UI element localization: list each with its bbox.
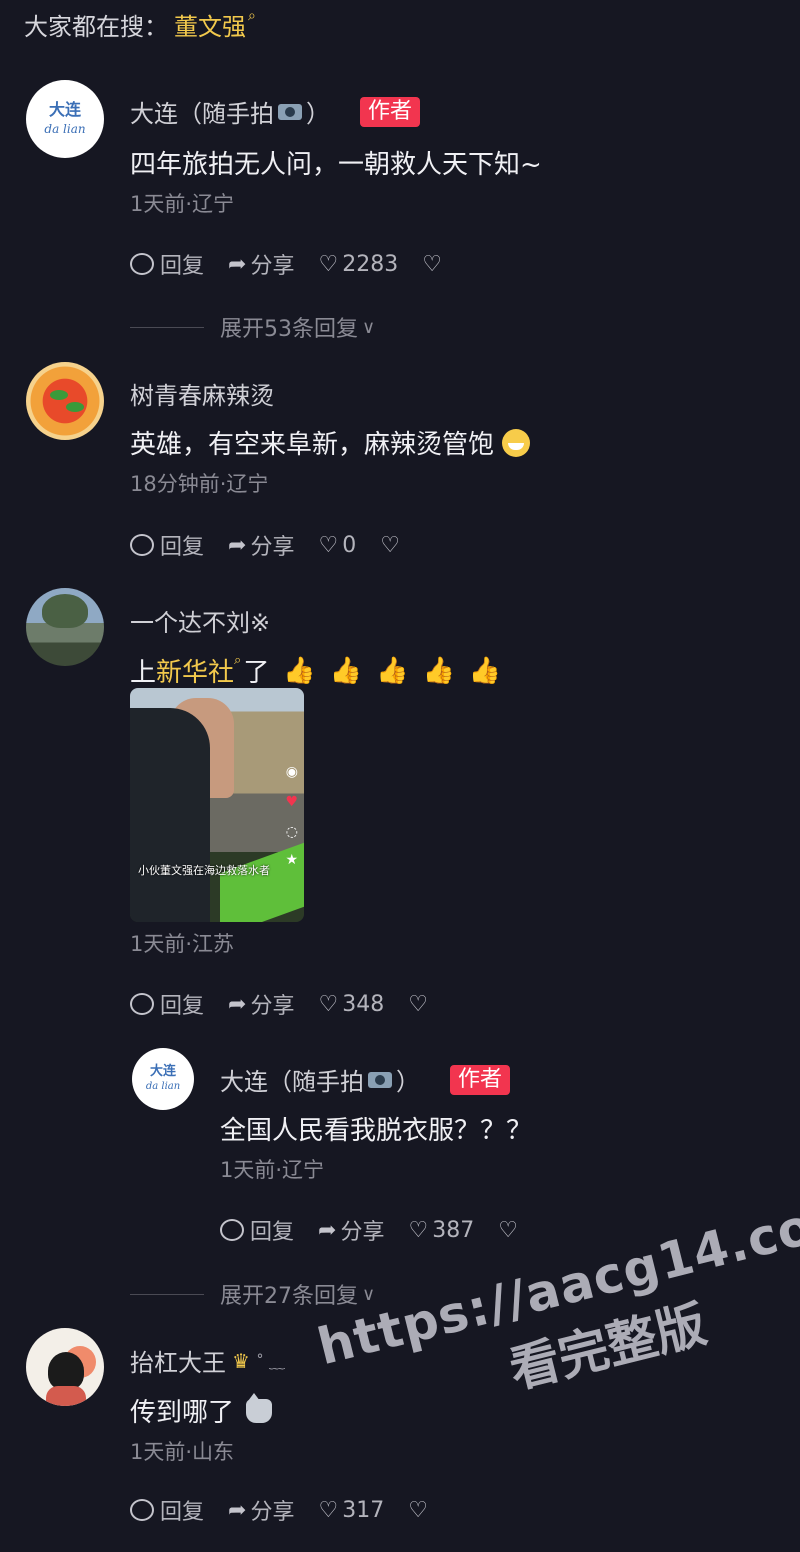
chevron-down-icon: ∨ — [362, 316, 376, 338]
avatar-icon: ◉ — [285, 764, 298, 780]
comment-text: 传到哪了 — [130, 1392, 273, 1429]
share-icon: ➦ — [318, 1217, 337, 1243]
dislike-icon[interactable]: ♡ — [498, 1218, 518, 1243]
reply-icon — [130, 1499, 154, 1521]
thumbs-up-emoji-icon: 👍 — [329, 655, 363, 686]
heart-icon: ♡ — [318, 1497, 339, 1523]
like-count: 348 — [342, 991, 385, 1017]
like-button[interactable]: ♡ 317 — [318, 1498, 384, 1523]
comment-actions: 回复 ➦ 分享 ♡ 348 ♡ — [130, 988, 428, 1020]
comment-text: 上 新华社 ⌕ 了 👍 👍 👍 👍 👍 — [130, 652, 502, 689]
star-icon: ★ — [285, 852, 298, 868]
comment-author-name[interactable]: 大连（随手拍 ） 作者 — [220, 1062, 511, 1097]
decoration-icon: ˚ ﹏ — [255, 1352, 286, 1372]
grin-emoji-icon — [502, 428, 531, 457]
dislike-icon[interactable]: ♡ — [408, 992, 428, 1017]
search-icon: ⌕ — [248, 8, 256, 24]
heart-icon: ♡ — [318, 251, 339, 277]
comment-meta: 1天前·山东 — [130, 1440, 235, 1464]
share-button[interactable]: ➦ 分享 — [318, 1214, 384, 1246]
thumbs-up-emoji-icon: 👍 — [422, 655, 455, 686]
expand-replies-button[interactable]: 展开53条回复 ∨ — [130, 311, 375, 343]
comment-actions: 回复 ➦ 分享 ♡ 317 ♡ — [130, 1494, 428, 1526]
trending-search-label: 大家都在搜： — [24, 12, 168, 41]
avatar[interactable] — [26, 362, 104, 440]
share-icon: ➦ — [228, 1497, 247, 1523]
like-button[interactable]: ♡ 2283 — [318, 252, 398, 277]
share-button[interactable]: ➦ 分享 — [228, 1494, 294, 1526]
dislike-icon[interactable]: ♡ — [380, 533, 400, 558]
comment-author-name[interactable]: 一个达不刘※ — [130, 603, 270, 638]
like-button[interactable]: ♡ 0 — [318, 533, 356, 558]
avatar[interactable] — [26, 1328, 104, 1406]
reply-button[interactable]: 回复 — [130, 529, 204, 561]
expand-replies-button[interactable]: 展开27条回复 ∨ — [130, 1278, 375, 1310]
divider — [130, 1293, 204, 1295]
reply-icon — [130, 534, 154, 556]
trending-search-keyword[interactable]: 董文强 — [174, 7, 246, 42]
camera-icon — [368, 1071, 392, 1088]
like-button[interactable]: ♡ 348 — [318, 992, 384, 1017]
thumbs-up-emoji-icon: 👍 — [376, 655, 409, 686]
reply-button[interactable]: 回复 — [220, 1214, 294, 1246]
heart-icon: ♡ — [318, 991, 339, 1017]
share-icon: ➦ — [228, 532, 247, 558]
divider — [130, 326, 204, 328]
like-count: 317 — [342, 1497, 385, 1523]
thumbs-up-emoji-icon: 👍 — [468, 655, 502, 686]
heart-icon: ♥ — [285, 794, 298, 810]
video-thumbnail[interactable]: ◉ ♥ ◌ ★ 小伙董文强在海边救落水者 — [130, 688, 304, 922]
heart-icon: ♡ — [318, 532, 339, 558]
cat-emoji-icon — [246, 1392, 273, 1423]
thumbs-up-emoji-icon: 👍 — [283, 655, 316, 686]
like-count: 2283 — [342, 251, 399, 277]
dislike-icon[interactable]: ♡ — [422, 252, 442, 277]
reply-button[interactable]: 回复 — [130, 248, 204, 280]
reply-button[interactable]: 回复 — [130, 1494, 204, 1526]
comment-meta: 1天前·辽宁 — [130, 192, 235, 216]
search-link[interactable]: 新华社 — [156, 652, 234, 689]
reply-icon — [130, 253, 154, 275]
like-button[interactable]: ♡ 387 — [408, 1218, 474, 1243]
heart-icon: ♡ — [408, 1217, 429, 1243]
like-count: 0 — [342, 532, 357, 558]
share-button[interactable]: ➦ 分享 — [228, 248, 294, 280]
reply-button[interactable]: 回复 — [130, 988, 204, 1020]
comment-actions: 回复 ➦ 分享 ♡ 2283 ♡ — [130, 248, 442, 280]
comment-meta: 18分钟前·辽宁 — [130, 472, 269, 496]
author-badge: 作者 — [360, 96, 421, 127]
crown-icon: ♛ — [232, 1348, 250, 1373]
comment-text: 全国人民看我脱衣服？？？ — [220, 1116, 533, 1146]
share-button[interactable]: ➦ 分享 — [228, 988, 294, 1020]
reply-icon — [130, 993, 154, 1015]
avatar[interactable] — [26, 588, 104, 666]
comment-actions: 回复 ➦ 分享 ♡ 387 ♡ — [220, 1214, 518, 1246]
author-badge: 作者 — [450, 1064, 511, 1095]
comment-meta: 1天前·辽宁 — [220, 1158, 325, 1182]
comment-text: 英雄，有空来阜新，麻辣烫管饱 — [130, 424, 531, 461]
reply-icon — [220, 1219, 244, 1241]
comment-author-name[interactable]: 树青春麻辣烫 — [130, 376, 274, 411]
camera-icon — [278, 103, 302, 120]
avatar[interactable]: 大连 da lian — [132, 1048, 194, 1110]
comment-text: 四年旅拍无人问，一朝救人天下知~ — [130, 150, 542, 180]
comment-actions: 回复 ➦ 分享 ♡ 0 ♡ — [130, 529, 400, 561]
share-button[interactable]: ➦ 分享 — [228, 529, 294, 561]
dislike-icon[interactable]: ♡ — [408, 1498, 428, 1523]
avatar[interactable]: 大连 da lian — [26, 80, 104, 158]
trending-search-bar[interactable]: 大家都在搜： 董文强 ⌕ — [24, 6, 256, 42]
comment-author-name[interactable]: 大连（随手拍 ） 作者 — [130, 94, 421, 129]
comment-author-name[interactable]: 抬杠大王 ♛ ˚ ﹏ — [130, 1343, 285, 1378]
chevron-down-icon: ∨ — [362, 1283, 376, 1305]
video-caption: 小伙董文强在海边救落水者 — [138, 864, 270, 877]
comment-icon: ◌ — [285, 824, 298, 840]
share-icon: ➦ — [228, 251, 247, 277]
share-icon: ➦ — [228, 991, 247, 1017]
like-count: 387 — [432, 1217, 475, 1243]
comment-meta: 1天前·江苏 — [130, 932, 235, 956]
search-icon: ⌕ — [234, 653, 242, 668]
